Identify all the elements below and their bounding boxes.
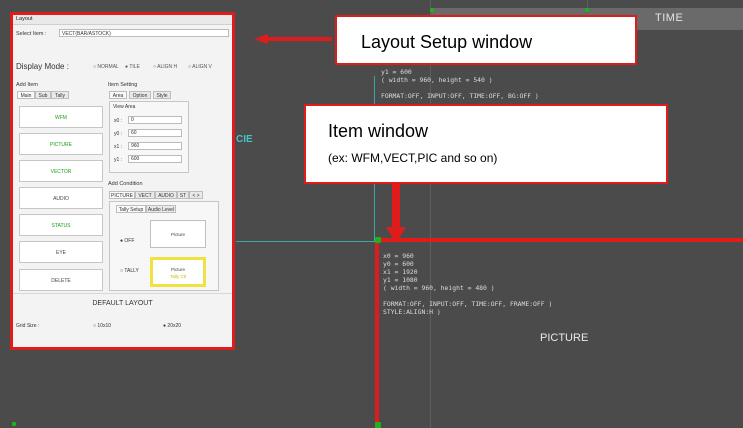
add-eye-button[interactable]: EYE — [19, 241, 103, 263]
monitor-screen: TIME CIE y1 = 600 ( width = 960, height … — [0, 0, 743, 428]
add-picture-button[interactable]: PICTURE — [19, 133, 103, 155]
tab-sub[interactable]: Sub — [35, 91, 51, 99]
add-item-label: Add Item — [16, 82, 39, 88]
lower-item-info: x0 = 960 y0 = 600 x1 = 1920 y1 = 1080 ( … — [383, 252, 553, 316]
item-frame-left — [375, 238, 379, 428]
display-mode-align-v[interactable]: ○ ALIGN V — [188, 64, 212, 70]
x0-label: x0 : — [114, 118, 123, 124]
tab-tally[interactable]: Tally — [51, 91, 69, 99]
display-mode-align-h-label: ALIGN H — [157, 64, 178, 70]
item-frame-top — [375, 238, 743, 242]
item-window-callout-subtext: (ex: WFM,VECT,PIC and so on) — [328, 151, 498, 165]
item-handle[interactable] — [430, 8, 434, 12]
tab-cond-picture[interactable]: PICTURE — [109, 191, 135, 199]
tab-area[interactable]: Area — [109, 91, 127, 99]
display-mode-label: Display Mode : — [16, 62, 69, 71]
select-item-label: Select Item : — [16, 31, 47, 37]
x1-label: x1 : — [114, 144, 123, 150]
display-mode-align-v-label: ALIGN V — [192, 64, 212, 70]
item-handle[interactable] — [375, 422, 381, 428]
window-title: Layout — [13, 15, 232, 25]
add-status-button[interactable]: STATUS — [19, 214, 103, 236]
layout-setup-callout-text: Layout Setup window — [361, 32, 533, 52]
tab-cond-vect[interactable]: VECT — [135, 191, 155, 199]
item-window-callout: Item window (ex: WFM,VECT,PIC and so on) — [304, 104, 668, 184]
display-mode-normal-label: NORMAL — [97, 64, 119, 70]
delete-button[interactable]: DELETE — [19, 269, 103, 291]
y0-field[interactable]: 60 — [128, 129, 182, 137]
x1-field[interactable]: 960 — [128, 142, 182, 150]
area-boundary-line — [236, 241, 380, 242]
time-label: TIME — [655, 12, 684, 24]
display-mode-align-h[interactable]: ○ ALIGN H — [153, 64, 177, 70]
select-item-field[interactable]: VECT(BAR/ASTOCK) — [59, 29, 229, 37]
grid-20-label: 20x20 — [167, 323, 182, 329]
tab-option[interactable]: Option — [129, 91, 151, 99]
display-mode-tile-label: TILE — [129, 64, 140, 70]
picture-tally-sublabel: Tally Ctl — [170, 274, 186, 279]
tab-cond-audio[interactable]: AUDIO — [155, 191, 177, 199]
add-vector-button[interactable]: VECTOR — [19, 160, 103, 182]
add-condition-label: Add Condition — [108, 181, 143, 187]
item-window-callout-text: Item window — [328, 121, 429, 141]
view-area-label: View Area — [113, 104, 136, 110]
layout-setup-callout: Layout Setup window — [335, 15, 637, 65]
item-handle[interactable] — [12, 422, 16, 426]
picture-tally-button[interactable]: Picture Tally Ctl — [150, 257, 206, 287]
add-wfm-button[interactable]: WFM — [19, 106, 103, 128]
tab-tally-setup[interactable]: Tally Setup — [116, 205, 146, 213]
item-setting-label: Item Setting — [108, 82, 138, 88]
grid-10-radio[interactable]: ○ 10x10 — [93, 323, 111, 329]
cie-label: CIE — [236, 134, 253, 145]
tab-audio-level[interactable]: Audio Level — [146, 205, 176, 213]
x0-field[interactable]: 0 — [128, 116, 182, 124]
display-mode-normal[interactable]: ○ NORMAL — [93, 64, 119, 70]
tab-scroll-arrows[interactable]: < > — [189, 191, 203, 199]
add-audio-button[interactable]: AUDIO — [19, 187, 103, 209]
y1-field[interactable]: 600 — [128, 155, 182, 163]
picture-item-label: PICTURE — [540, 332, 589, 344]
off-label: OFF — [124, 238, 135, 244]
left-arrow-icon — [254, 34, 332, 44]
grid-20-radio[interactable]: ● 20x20 — [163, 323, 181, 329]
default-layout-button[interactable]: DEFAULT LAYOUT — [13, 293, 232, 314]
display-mode-tile[interactable]: ● TILE — [125, 64, 140, 70]
y1-label: y1 : — [114, 157, 123, 163]
upper-item-info: y1 = 600 ( width = 960, height = 540 ) F… — [381, 68, 539, 100]
tab-cond-st[interactable]: ST — [177, 191, 189, 199]
item-handle[interactable] — [585, 8, 589, 12]
grid-size-label: Grid Size : — [16, 323, 40, 329]
tally-label: TALLY — [124, 268, 139, 274]
picture-tally-label: Picture — [170, 267, 185, 272]
item-handle[interactable] — [375, 237, 381, 243]
grid-10-label: 10x10 — [97, 323, 112, 329]
down-arrow-icon — [386, 183, 406, 243]
picture-off-button[interactable]: Picture — [150, 220, 206, 248]
layout-setup-window: Layout Select Item : VECT(BAR/ASTOCK) Di… — [10, 12, 235, 350]
tab-style[interactable]: Style — [153, 91, 171, 99]
y0-label: y0 : — [114, 131, 123, 137]
tab-main[interactable]: Main — [17, 91, 35, 99]
view-area-group: View Area x0 : 0 y0 : 60 x1 : 960 y1 : 6… — [109, 101, 189, 173]
condition-group: Tally Setup Audio Level ● OFF Picture ○ … — [109, 201, 219, 291]
off-radio[interactable]: ● OFF — [120, 238, 134, 244]
tally-radio[interactable]: ○ TALLY — [120, 268, 139, 274]
